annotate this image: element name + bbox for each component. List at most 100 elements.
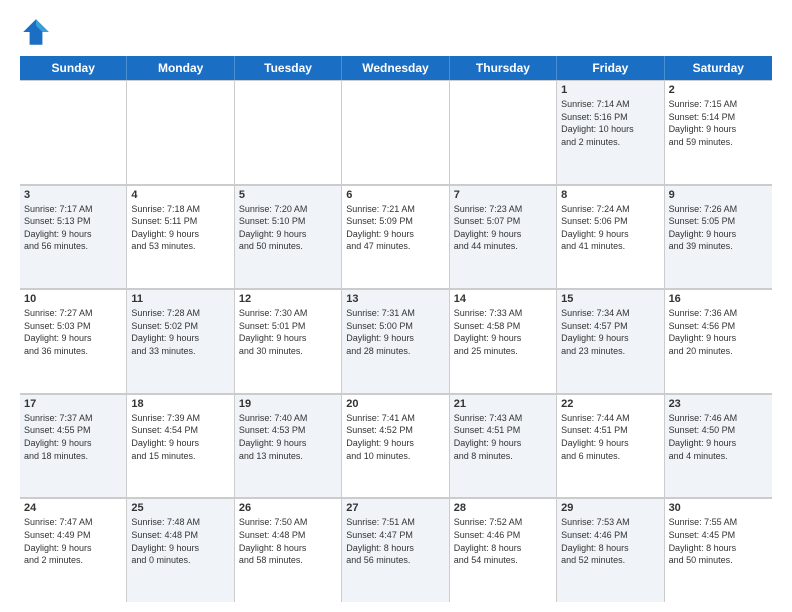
day-number: 15	[561, 293, 659, 305]
day-number: 20	[346, 398, 444, 410]
calendar-cell: 4 Sunrise: 7:18 AM Sunset: 5:11 PM Daylig…	[127, 185, 234, 289]
day-number: 2	[669, 84, 768, 96]
day-number: 19	[239, 398, 337, 410]
calendar-row-4: 17 Sunrise: 7:37 AM Sunset: 4:55 PM Dayli…	[20, 394, 772, 499]
calendar-header: SundayMondayTuesdayWednesdayThursdayFrid…	[20, 56, 772, 80]
day-number: 23	[669, 398, 768, 410]
day-number: 8	[561, 189, 659, 201]
calendar-cell: 25Sunrise: 7:48 AM Sunset: 4:48 PM Dayli…	[127, 498, 234, 602]
logo-icon	[20, 16, 52, 48]
calendar-cell: 16 Sunrise: 7:36 AM Sunset: 4:56 PM Dayli…	[665, 289, 772, 393]
day-info: Sunrise: 7:48 AM Sunset: 4:48 PM Dayligh…	[131, 516, 229, 566]
calendar-cell: 19 Sunrise: 7:40 AM Sunset: 4:53 PM Dayli…	[235, 394, 342, 498]
day-info: Sunrise: 7:27 AM Sunset: 5:03 PM Dayligh…	[24, 307, 122, 357]
calendar-cell: 18 Sunrise: 7:39 AM Sunset: 4:54 PM Dayli…	[127, 394, 234, 498]
header-day-tuesday: Tuesday	[235, 56, 342, 80]
day-number: 9	[669, 189, 768, 201]
calendar-cell: 2 Sunrise: 7:15 AM Sunset: 5:14 PM Daylig…	[665, 80, 772, 184]
day-number: 3	[24, 189, 122, 201]
calendar-cell: 26Sunrise: 7:50 AM Sunset: 4:48 PM Dayli…	[235, 498, 342, 602]
day-number: 11	[131, 293, 229, 305]
calendar-cell: 5 Sunrise: 7:20 AM Sunset: 5:10 PM Daylig…	[235, 185, 342, 289]
day-number: 26	[239, 502, 337, 514]
day-info: Sunrise: 7:51 AM Sunset: 4:47 PM Dayligh…	[346, 516, 444, 566]
day-info: Sunrise: 7:36 AM Sunset: 4:56 PM Dayligh…	[669, 307, 768, 357]
day-number: 7	[454, 189, 552, 201]
calendar-cell: 14 Sunrise: 7:33 AM Sunset: 4:58 PM Dayli…	[450, 289, 557, 393]
day-info: Sunrise: 7:20 AM Sunset: 5:10 PM Dayligh…	[239, 203, 337, 253]
day-number: 1	[561, 84, 659, 96]
day-number: 28	[454, 502, 552, 514]
day-number: 18	[131, 398, 229, 410]
calendar-cell: 30Sunrise: 7:55 AM Sunset: 4:45 PM Dayli…	[665, 498, 772, 602]
calendar-cell: 24 Sunrise: 7:47 AM Sunset: 4:49 PM Dayli…	[20, 498, 127, 602]
calendar-cell: 21Sunrise: 7:43 AM Sunset: 4:51 PM Dayli…	[450, 394, 557, 498]
page: SundayMondayTuesdayWednesdayThursdayFrid…	[0, 0, 792, 612]
calendar-cell: 20 Sunrise: 7:41 AM Sunset: 4:52 PM Dayli…	[342, 394, 449, 498]
day-info: Sunrise: 7:33 AM Sunset: 4:58 PM Dayligh…	[454, 307, 552, 357]
day-info: Sunrise: 7:23 AM Sunset: 5:07 PM Dayligh…	[454, 203, 552, 253]
header-day-thursday: Thursday	[450, 56, 557, 80]
day-info: Sunrise: 7:15 AM Sunset: 5:14 PM Dayligh…	[669, 98, 768, 148]
calendar-cell	[342, 80, 449, 184]
day-info: Sunrise: 7:41 AM Sunset: 4:52 PM Dayligh…	[346, 412, 444, 462]
day-info: Sunrise: 7:53 AM Sunset: 4:46 PM Dayligh…	[561, 516, 659, 566]
day-number: 27	[346, 502, 444, 514]
calendar-cell: 8 Sunrise: 7:24 AM Sunset: 5:06 PM Daylig…	[557, 185, 664, 289]
day-info: Sunrise: 7:34 AM Sunset: 4:57 PM Dayligh…	[561, 307, 659, 357]
day-info: Sunrise: 7:31 AM Sunset: 5:00 PM Dayligh…	[346, 307, 444, 357]
logo	[20, 16, 56, 48]
day-number: 21	[454, 398, 552, 410]
day-info: Sunrise: 7:17 AM Sunset: 5:13 PM Dayligh…	[24, 203, 122, 253]
calendar-cell: 11 Sunrise: 7:28 AM Sunset: 5:02 PM Dayli…	[127, 289, 234, 393]
day-number: 5	[239, 189, 337, 201]
calendar-row-3: 10Sunrise: 7:27 AM Sunset: 5:03 PM Dayli…	[20, 289, 772, 394]
calendar-cell: 10Sunrise: 7:27 AM Sunset: 5:03 PM Dayli…	[20, 289, 127, 393]
calendar-cell: 17 Sunrise: 7:37 AM Sunset: 4:55 PM Dayli…	[20, 394, 127, 498]
day-info: Sunrise: 7:40 AM Sunset: 4:53 PM Dayligh…	[239, 412, 337, 462]
day-info: Sunrise: 7:39 AM Sunset: 4:54 PM Dayligh…	[131, 412, 229, 462]
day-number: 24	[24, 502, 122, 514]
day-info: Sunrise: 7:47 AM Sunset: 4:49 PM Dayligh…	[24, 516, 122, 566]
calendar-cell: 28 Sunrise: 7:52 AM Sunset: 4:46 PM Dayli…	[450, 498, 557, 602]
header	[20, 16, 772, 48]
calendar-row-1: 1 Sunrise: 7:14 AM Sunset: 5:16 PM Daylig…	[20, 80, 772, 185]
calendar-row-2: 3 Sunrise: 7:17 AM Sunset: 5:13 PM Daylig…	[20, 185, 772, 290]
calendar-cell: 27 Sunrise: 7:51 AM Sunset: 4:47 PM Dayli…	[342, 498, 449, 602]
day-number: 16	[669, 293, 768, 305]
day-info: Sunrise: 7:21 AM Sunset: 5:09 PM Dayligh…	[346, 203, 444, 253]
day-info: Sunrise: 7:28 AM Sunset: 5:02 PM Dayligh…	[131, 307, 229, 357]
day-info: Sunrise: 7:46 AM Sunset: 4:50 PM Dayligh…	[669, 412, 768, 462]
calendar-cell: 7 Sunrise: 7:23 AM Sunset: 5:07 PM Daylig…	[450, 185, 557, 289]
day-number: 4	[131, 189, 229, 201]
day-info: Sunrise: 7:44 AM Sunset: 4:51 PM Dayligh…	[561, 412, 659, 462]
calendar-cell	[20, 80, 127, 184]
calendar-cell: 22 Sunrise: 7:44 AM Sunset: 4:51 PM Dayli…	[557, 394, 664, 498]
calendar-cell	[127, 80, 234, 184]
day-info: Sunrise: 7:30 AM Sunset: 5:01 PM Dayligh…	[239, 307, 337, 357]
day-info: Sunrise: 7:37 AM Sunset: 4:55 PM Dayligh…	[24, 412, 122, 462]
day-info: Sunrise: 7:14 AM Sunset: 5:16 PM Dayligh…	[561, 98, 659, 148]
calendar: SundayMondayTuesdayWednesdayThursdayFrid…	[20, 56, 772, 602]
day-number: 14	[454, 293, 552, 305]
day-info: Sunrise: 7:18 AM Sunset: 5:11 PM Dayligh…	[131, 203, 229, 253]
calendar-cell: 1 Sunrise: 7:14 AM Sunset: 5:16 PM Daylig…	[557, 80, 664, 184]
day-number: 22	[561, 398, 659, 410]
calendar-row-5: 24 Sunrise: 7:47 AM Sunset: 4:49 PM Dayli…	[20, 498, 772, 602]
calendar-cell: 15 Sunrise: 7:34 AM Sunset: 4:57 PM Dayli…	[557, 289, 664, 393]
day-info: Sunrise: 7:24 AM Sunset: 5:06 PM Dayligh…	[561, 203, 659, 253]
day-number: 13	[346, 293, 444, 305]
calendar-cell: 3 Sunrise: 7:17 AM Sunset: 5:13 PM Daylig…	[20, 185, 127, 289]
day-number: 6	[346, 189, 444, 201]
day-info: Sunrise: 7:55 AM Sunset: 4:45 PM Dayligh…	[669, 516, 768, 566]
calendar-cell: 23 Sunrise: 7:46 AM Sunset: 4:50 PM Dayli…	[665, 394, 772, 498]
day-info: Sunrise: 7:52 AM Sunset: 4:46 PM Dayligh…	[454, 516, 552, 566]
calendar-cell: 6 Sunrise: 7:21 AM Sunset: 5:09 PM Daylig…	[342, 185, 449, 289]
day-number: 29	[561, 502, 659, 514]
calendar-cell: 29 Sunrise: 7:53 AM Sunset: 4:46 PM Dayli…	[557, 498, 664, 602]
calendar-cell: 13 Sunrise: 7:31 AM Sunset: 5:00 PM Dayli…	[342, 289, 449, 393]
calendar-cell: 9 Sunrise: 7:26 AM Sunset: 5:05 PM Daylig…	[665, 185, 772, 289]
day-number: 12	[239, 293, 337, 305]
day-info: Sunrise: 7:26 AM Sunset: 5:05 PM Dayligh…	[669, 203, 768, 253]
day-number: 17	[24, 398, 122, 410]
